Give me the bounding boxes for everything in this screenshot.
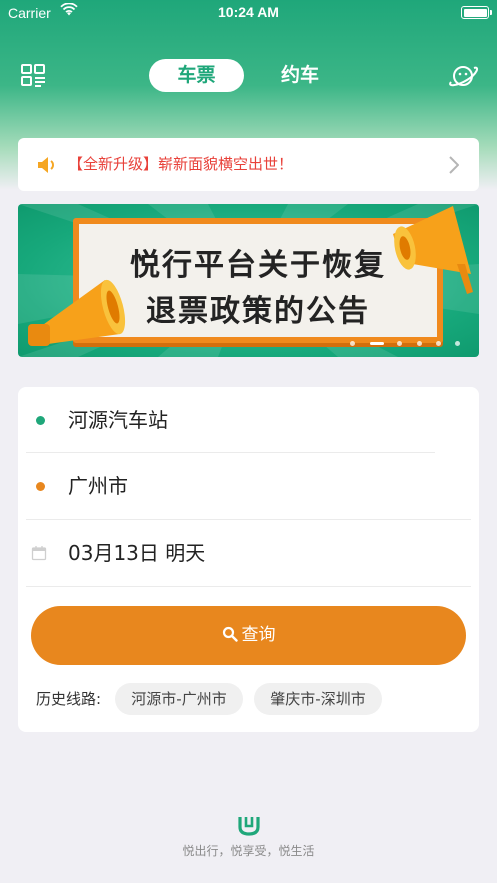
carousel-dot[interactable] [350,341,355,346]
carousel-dot[interactable] [397,341,402,346]
history-route-chip[interactable]: 河源市-广州市 [115,683,243,715]
search-icon [222,626,238,642]
carousel-dot[interactable] [455,341,460,346]
carousel-dot[interactable] [436,341,441,346]
grid-menu-icon[interactable] [20,62,48,90]
departure-dot-icon [36,416,45,425]
ticket-search-card: 河源汽车站 广州市 03月13日 明天 查询 历史线路: 河源市-广州市 肇庆市… [18,387,479,732]
announcement-banner[interactable]: 悦行平台关于恢复 退票政策的公告 [18,204,479,357]
planet-icon[interactable] [447,60,479,92]
query-button[interactable]: 查询 [31,606,466,665]
destination-city[interactable]: 广州市 [68,453,128,519]
destination-row[interactable]: 广州市 [18,453,479,519]
app-logo-icon [237,815,261,841]
megaphone-icon [383,204,479,308]
date-row[interactable]: 03月13日 明天 [18,520,479,586]
carousel-dot-active[interactable] [370,342,384,345]
clock: 10:24 AM [218,4,279,20]
top-nav: 车票 约车 [0,56,497,96]
footer-slogan: 悦出行，悦享受，悦生活 [182,844,315,858]
tab-tickets[interactable]: 车票 [149,59,244,92]
tab-ride-booking[interactable]: 约车 [262,59,338,92]
travel-date[interactable]: 03月13日 明天 [68,520,205,586]
departure-station[interactable]: 河源汽车站 [68,387,168,453]
history-label: 历史线路: [36,690,102,708]
history-route-chip[interactable]: 肇庆市-深圳市 [254,683,382,715]
speaker-icon [36,155,58,179]
query-button-label: 查询 [241,625,276,645]
battery-icon [461,6,492,19]
notice-bar[interactable]: 【全新升级】崭新面貌横空出世！ [18,138,479,191]
status-bar: Carrier 10:24 AM [0,0,497,26]
calendar-icon [31,545,47,565]
departure-row[interactable]: 河源汽车站 [18,387,479,453]
notice-text: 【全新升级】崭新面貌横空出世！ [68,155,294,173]
destination-dot-icon [36,482,45,491]
carousel-dot[interactable] [417,341,422,346]
megaphone-icon [20,272,130,357]
chevron-right-icon [449,156,460,178]
divider [26,586,471,587]
